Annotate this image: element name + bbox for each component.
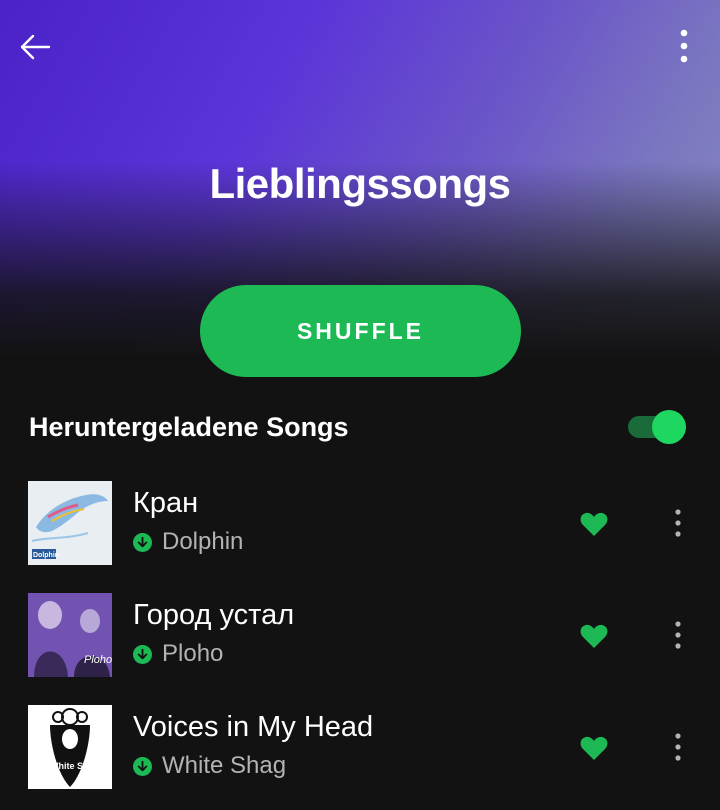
playlist-title: Lieblingssongs bbox=[209, 160, 511, 207]
track-title: Город устал bbox=[133, 599, 295, 631]
downloaded-songs-label: Heruntergeladene Songs bbox=[29, 412, 349, 442]
track-more-button[interactable] bbox=[664, 617, 692, 653]
playlist-screen: Lieblingssongs SHUFFLE Heruntergeladene … bbox=[0, 0, 720, 810]
track-artist: White Shag bbox=[162, 752, 287, 779]
like-button[interactable] bbox=[578, 732, 610, 764]
back-button[interactable] bbox=[14, 26, 56, 68]
more-vertical-icon bbox=[675, 509, 681, 537]
track-title: Voices in My Head bbox=[133, 711, 374, 743]
album-art-ploho: Ploho bbox=[28, 593, 112, 677]
album-art: Dolphin bbox=[28, 481, 112, 565]
album-art-text: White Shag bbox=[50, 761, 99, 771]
more-options-button[interactable] bbox=[666, 24, 702, 68]
track-more-button[interactable] bbox=[664, 505, 692, 541]
like-button[interactable] bbox=[578, 508, 610, 540]
album-art-text: Ploho bbox=[84, 654, 112, 666]
track-subtitle: White Shag bbox=[133, 752, 286, 780]
album-art-white-shag: White Shag bbox=[28, 705, 112, 789]
track-more-button[interactable] bbox=[664, 729, 692, 765]
downloaded-icon bbox=[133, 532, 152, 552]
more-vertical-icon bbox=[675, 621, 681, 649]
more-vertical-icon bbox=[675, 733, 681, 761]
downloaded-songs-toggle[interactable] bbox=[628, 410, 686, 444]
like-button[interactable] bbox=[578, 620, 610, 652]
track-artist: Dolphin bbox=[162, 528, 244, 555]
downloaded-icon bbox=[133, 756, 152, 776]
track-row[interactable]: Dolphin Кран Dolphin bbox=[0, 481, 720, 593]
toggle-knob bbox=[652, 410, 686, 444]
shuffle-button[interactable]: SHUFFLE bbox=[200, 285, 521, 377]
track-row[interactable]: White Shag Voices in My Head White Shag bbox=[0, 705, 720, 810]
track-subtitle: Dolphin bbox=[133, 528, 243, 556]
track-title: Кран bbox=[133, 487, 199, 519]
heart-filled-icon bbox=[580, 736, 608, 760]
album-art-text: Dolphin bbox=[33, 552, 59, 559]
track-row[interactable]: Ploho Город устал Ploho bbox=[0, 593, 720, 705]
track-subtitle: Ploho bbox=[133, 640, 223, 668]
album-art: Ploho bbox=[28, 593, 112, 677]
downloaded-songs-row: Heruntergeladene Songs bbox=[29, 402, 691, 452]
arrow-left-icon bbox=[20, 34, 51, 60]
heart-filled-icon bbox=[580, 512, 608, 536]
album-art-dolphin: Dolphin bbox=[28, 481, 112, 565]
heart-filled-icon bbox=[580, 624, 608, 648]
album-art: White Shag bbox=[28, 705, 112, 789]
more-vertical-icon bbox=[680, 29, 688, 63]
track-artist: Ploho bbox=[162, 640, 224, 667]
downloaded-icon bbox=[133, 644, 152, 664]
